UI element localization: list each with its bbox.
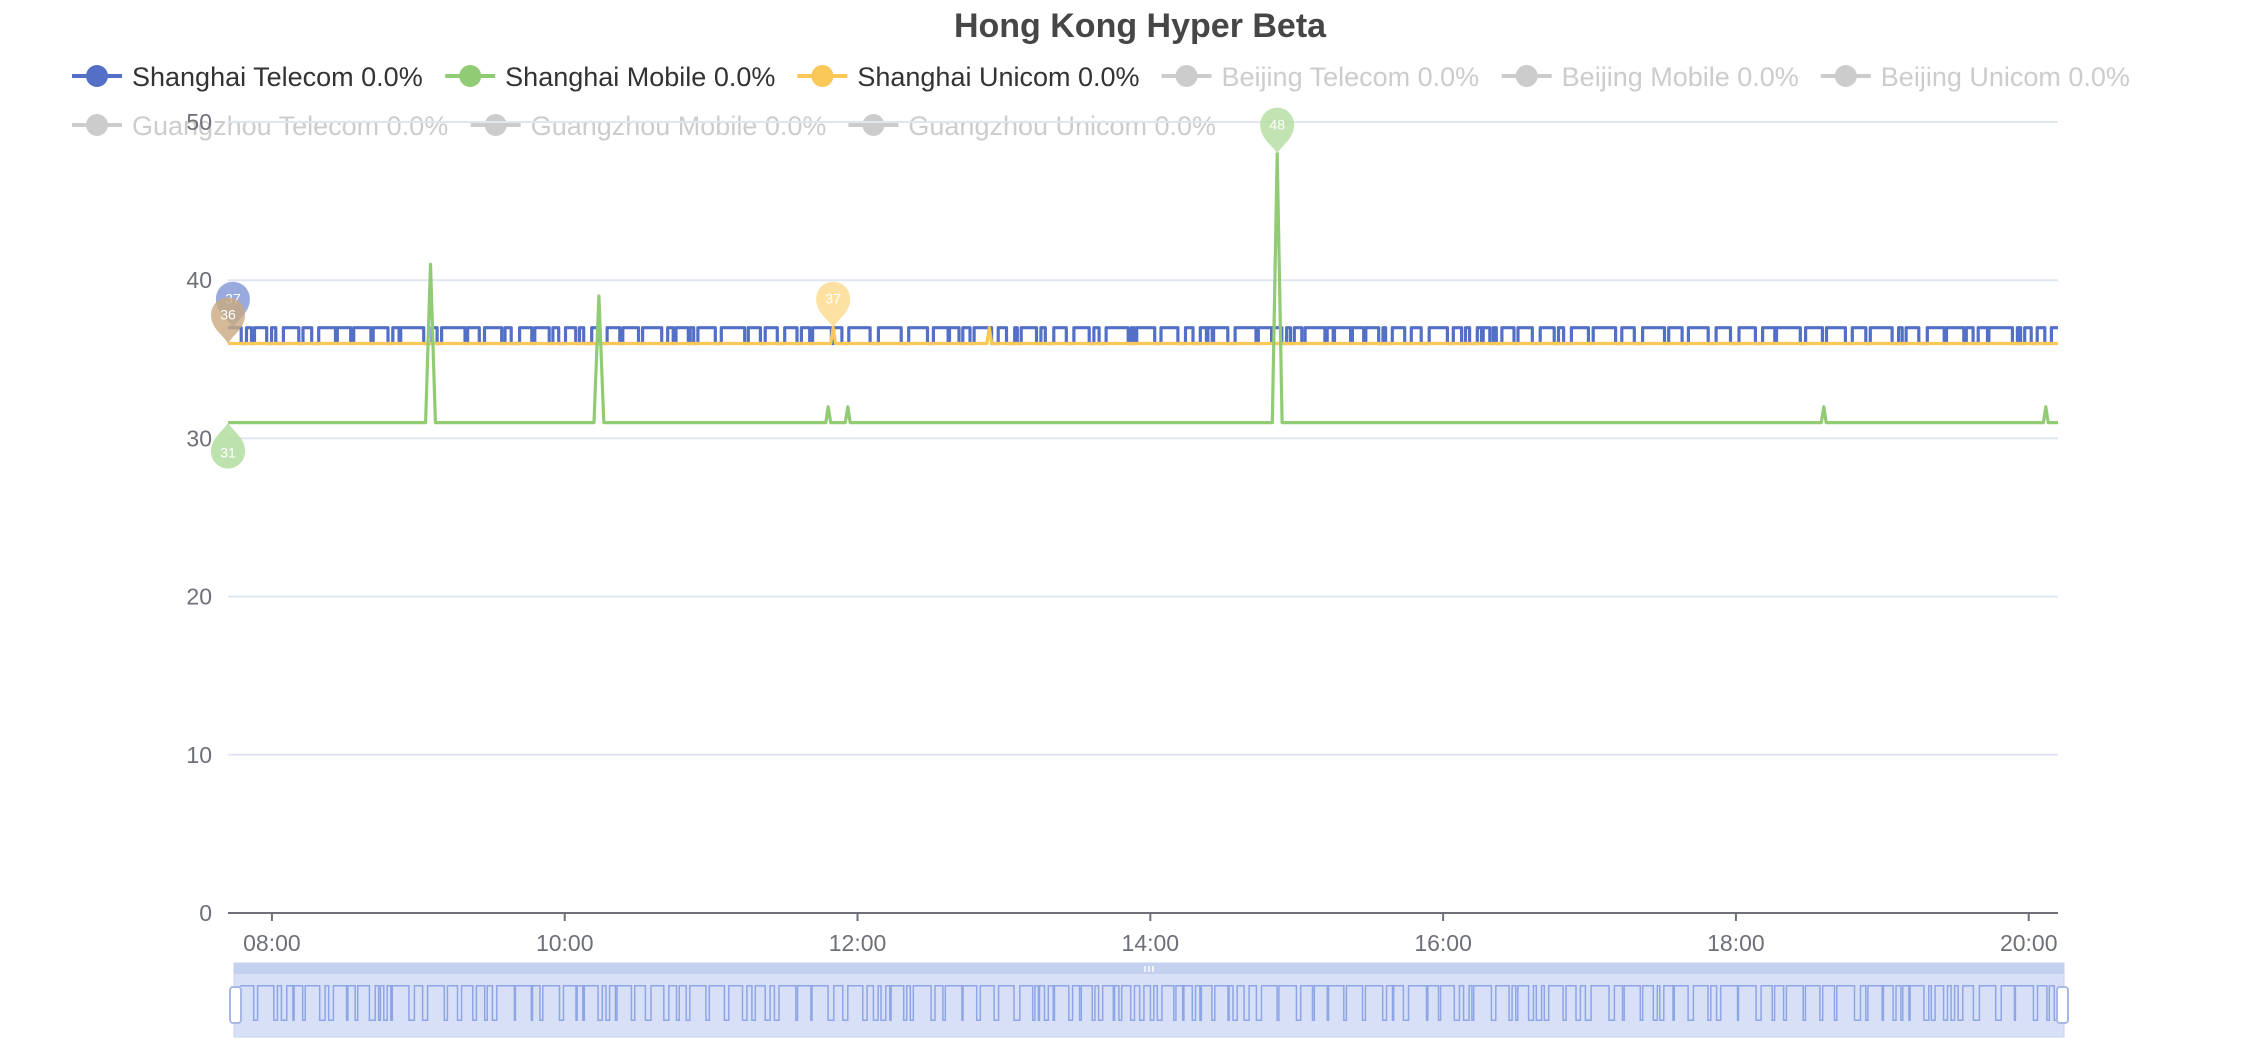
legend-item[interactable]: Shanghai Telecom 0.0% — [72, 62, 423, 92]
y-tick-label: 10 — [186, 742, 212, 768]
grid — [228, 121, 2058, 756]
x-tick-label: 18:00 — [1707, 930, 1765, 956]
x-tick-label: 20:00 — [2000, 930, 2058, 956]
series-line-shanghai-telecom — [228, 326, 2058, 346]
marker-mobile-max: 48 — [1260, 107, 1295, 154]
y-tick-label: 20 — [186, 584, 212, 610]
legend-item[interactable]: Guangzhou Telecom 0.0% — [72, 111, 448, 141]
legend-item[interactable]: Guangzhou Mobile 0.0% — [470, 111, 827, 141]
series-lines — [228, 152, 2058, 425]
legend-label: Beijing Telecom 0.0% — [1222, 62, 1480, 92]
legend-label: Guangzhou Unicom 0.0% — [908, 111, 1216, 141]
zoom-handle-right[interactable] — [2056, 986, 2069, 1024]
y-tick-label: 30 — [186, 425, 212, 451]
legend-item[interactable]: Beijing Unicom 0.0% — [1820, 62, 2130, 92]
legend-item[interactable]: Guangzhou Unicom 0.0% — [848, 111, 1216, 141]
legend-dot-icon — [1834, 65, 1857, 87]
marker-mobile-min: 31 — [211, 422, 245, 469]
x-tick-label: 14:00 — [1122, 930, 1180, 956]
legend-item[interactable]: Beijing Telecom 0.0% — [1161, 62, 1480, 92]
legend-label: Beijing Unicom 0.0% — [1881, 62, 2130, 92]
legend-item[interactable]: Shanghai Mobile 0.0% — [445, 62, 775, 92]
x-axis: 08:00 10:00 12:00 14:00 16:00 18:00 20:00 — [228, 912, 2058, 956]
data-zoom[interactable] — [229, 962, 2069, 1038]
x-tick-label: 10:00 — [536, 930, 594, 956]
legend-dot-icon — [1515, 65, 1538, 87]
legend-dot-icon — [1175, 65, 1198, 87]
x-tick-label: 08:00 — [243, 930, 301, 956]
legend-label: Guangzhou Mobile 0.0% — [531, 111, 827, 141]
pin-label: 31 — [220, 445, 236, 461]
legend-item[interactable]: Shanghai Unicom 0.0% — [797, 62, 1140, 92]
legend-dot-icon — [484, 114, 507, 136]
pin-label: 36 — [220, 307, 236, 323]
legend-label: Beijing Mobile 0.0% — [1562, 62, 1799, 92]
legend-dot-icon — [86, 65, 108, 87]
legend-dot-icon — [862, 114, 885, 136]
chart: Hong Kong Hyper Beta Shanghai Telecom 0.… — [72, 7, 2130, 1038]
zoom-track — [233, 962, 2065, 1038]
y-tick-label: 50 — [186, 109, 212, 135]
x-tick-label: 16:00 — [1414, 930, 1472, 956]
legend-label: Shanghai Mobile 0.0% — [505, 62, 775, 92]
legend-label: Shanghai Unicom 0.0% — [857, 62, 1139, 92]
legend-label: Guangzhou Telecom 0.0% — [132, 111, 448, 141]
series-line-shanghai-mobile — [228, 152, 2058, 425]
legend-dot-icon — [811, 65, 834, 87]
pin-label: 48 — [1269, 117, 1285, 133]
y-tick-label: 40 — [186, 267, 212, 293]
zoom-handle-left[interactable] — [229, 986, 242, 1024]
legend-dot-icon — [459, 65, 482, 87]
legend-item[interactable]: Beijing Mobile 0.0% — [1501, 62, 1799, 92]
markers: 3737364831 — [211, 107, 1295, 469]
pin-label: 37 — [825, 291, 841, 307]
y-axis: 0 10 20 30 40 50 — [186, 109, 212, 926]
legend-dot-icon — [86, 114, 108, 136]
legend-label: Shanghai Telecom 0.0% — [132, 62, 423, 92]
y-tick-label: 0 — [199, 900, 212, 926]
x-tick-label: 12:00 — [829, 930, 887, 956]
marker-unicom-max: 37 — [816, 281, 851, 328]
chart-title: Hong Kong Hyper Beta — [954, 7, 1327, 45]
legend: Shanghai Telecom 0.0% Shanghai Mobile 0.0… — [72, 62, 2130, 141]
